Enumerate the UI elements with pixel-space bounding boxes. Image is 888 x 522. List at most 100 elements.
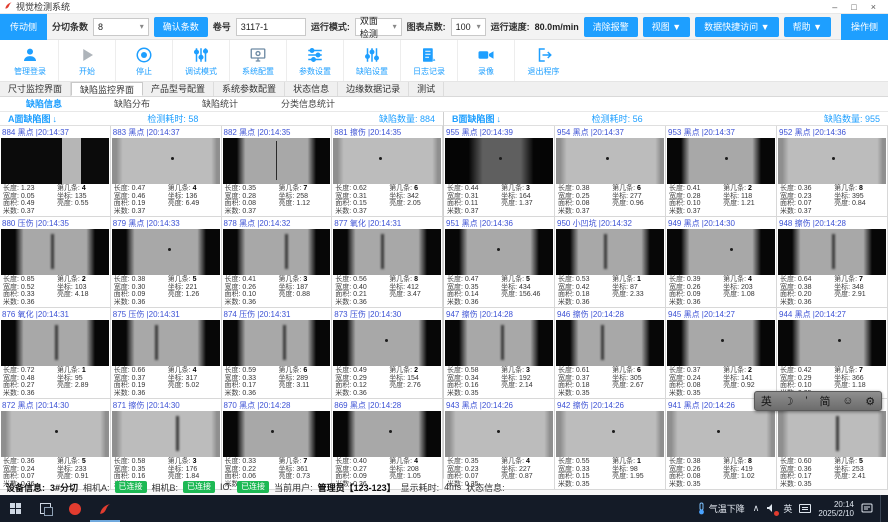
ime-settings-icon[interactable]: ⚙ <box>865 395 875 408</box>
operator-side-button[interactable]: 操作侧 <box>841 14 888 40</box>
view-menu-button[interactable]: 视图 ▼ <box>643 17 690 37</box>
clear-alarm-button[interactable]: 清除报警 <box>584 17 638 37</box>
panel-title[interactable]: B面缺陷图 <box>452 112 495 125</box>
taskbar-app-1[interactable] <box>60 495 90 522</box>
manage-login-button[interactable]: 管理登录 <box>2 40 59 81</box>
tab-缺陷监控界面[interactable]: 缺陷监控界面 <box>71 82 143 96</box>
defect-cell[interactable]: 882 黑点 |20:14:35长度: 0.35宽度: 0.28面积: 0.08… <box>222 126 333 217</box>
data-quick-access-button[interactable]: 数据快捷访问 ▼ <box>695 17 778 37</box>
tab-状态信息[interactable]: 状态信息 <box>285 82 338 96</box>
defect-cell[interactable]: 869 黑点 |20:14:28长度: 0.40宽度: 0.27面积: 0.09… <box>332 399 443 490</box>
start-button[interactable] <box>0 495 30 522</box>
tab-测试[interactable]: 测试 <box>409 82 444 96</box>
clock-widget[interactable]: 20:14 2025/2/10 <box>818 500 854 518</box>
defect-thumbnail[interactable] <box>556 138 664 184</box>
start-button[interactable]: 开始 <box>59 40 116 81</box>
defect-thumbnail[interactable] <box>333 320 441 366</box>
defect-cell[interactable]: 871 擦伤 |20:14:30长度: 0.58宽度: 0.35面积: 0.16… <box>111 399 222 490</box>
notification-tray-icon[interactable] <box>766 503 776 515</box>
ime-lang-en[interactable]: 英 <box>761 393 772 409</box>
defect-thumbnail[interactable] <box>333 229 441 275</box>
video-button[interactable]: 录像 <box>458 40 515 81</box>
defect-cell[interactable]: 952 黑点 |20:14:36长度: 0.36宽度: 0.23面积: 0.07… <box>777 126 888 217</box>
defect-cell[interactable]: 873 压伤 |20:14:30长度: 0.49宽度: 0.29面积: 0.12… <box>332 308 443 399</box>
defect-cell[interactable]: 955 黑点 |20:14:39长度: 0.44宽度: 0.31面积: 0.11… <box>444 126 555 217</box>
help-menu-button[interactable]: 帮助 ▼ <box>784 17 831 37</box>
tray-expand-icon[interactable]: ∧ <box>753 503 760 514</box>
defect-cell[interactable]: 949 黑点 |20:14:30长度: 0.39宽度: 0.26面积: 0.09… <box>666 217 777 308</box>
ime-punct[interactable]: ’ <box>805 395 807 407</box>
taskbar-app-inspection[interactable] <box>90 495 120 522</box>
defect-cell[interactable]: 941 黑点 |20:14:26长度: 0.38宽度: 0.26面积: 0.08… <box>666 399 777 490</box>
defect-thumbnail[interactable] <box>112 411 220 457</box>
close-icon[interactable]: × <box>871 2 876 12</box>
ime-emoji-icon[interactable]: ☺ <box>842 395 853 407</box>
language-indicator[interactable]: 英 <box>783 502 792 515</box>
defect-thumbnail[interactable] <box>445 229 553 275</box>
defect-cell[interactable]: 948 擦伤 |20:14:28长度: 0.64宽度: 0.38面积: 0.20… <box>777 217 888 308</box>
defect-thumbnail[interactable] <box>333 138 441 184</box>
action-center-icon[interactable] <box>861 502 873 516</box>
subtab-缺陷分布[interactable]: 缺陷分布 <box>88 97 176 111</box>
defect-thumbnail[interactable] <box>445 411 553 457</box>
defect-thumbnail[interactable] <box>778 411 886 457</box>
tab-系统参数配置[interactable]: 系统参数配置 <box>214 82 285 96</box>
defect-cell[interactable]: 947 擦伤 |20:14:28长度: 0.58宽度: 0.34面积: 0.16… <box>444 308 555 399</box>
defect-thumbnail[interactable] <box>223 138 331 184</box>
defect-cell[interactable]: 877 氧化 |20:14:31长度: 0.56宽度: 0.40面积: 0.21… <box>332 217 443 308</box>
defect-thumbnail[interactable] <box>667 138 775 184</box>
log-record-button[interactable]: 日志记录 <box>401 40 458 81</box>
subtab-分类信息统计[interactable]: 分类信息统计 <box>264 97 352 111</box>
defect-thumbnail[interactable] <box>556 320 664 366</box>
debug-mode-button[interactable]: 调试模式 <box>173 40 230 81</box>
defect-cell[interactable]: 870 黑点 |20:14:28长度: 0.33宽度: 0.22面积: 0.06… <box>222 399 333 490</box>
defect-cell[interactable]: 954 黑点 |20:14:37长度: 0.38宽度: 0.25面积: 0.08… <box>555 126 666 217</box>
defect-thumbnail[interactable] <box>445 138 553 184</box>
show-desktop-button[interactable] <box>880 495 884 522</box>
defect-cell[interactable]: 880 压伤 |20:14:35长度: 0.85宽度: 0.52面积: 0.33… <box>0 217 111 308</box>
defect-thumbnail[interactable] <box>556 229 664 275</box>
defect-cell[interactable]: 950 小凹坑 |20:14:32长度: 0.53宽度: 0.42面积: 0.1… <box>555 217 666 308</box>
ime-simplified[interactable]: 简 <box>819 393 830 409</box>
defect-thumbnail[interactable] <box>112 229 220 275</box>
defect-thumbnail[interactable] <box>223 229 331 275</box>
defect-cell[interactable]: 953 黑点 |20:14:37长度: 0.41宽度: 0.28面积: 0.10… <box>666 126 777 217</box>
defect-thumbnail[interactable] <box>333 411 441 457</box>
defect-cell[interactable]: 951 黑点 |20:14:36长度: 0.47宽度: 0.35面积: 0.14… <box>444 217 555 308</box>
defect-cell[interactable]: 884 黑点 |20:14:37长度: 1.23宽度: 0.05面积: 0.49… <box>0 126 111 217</box>
defect-cell[interactable]: 874 压伤 |20:14:31长度: 0.59宽度: 0.33面积: 0.17… <box>222 308 333 399</box>
tab-尺寸监控界面[interactable]: 尺寸监控界面 <box>0 82 71 96</box>
defect-thumbnail[interactable] <box>223 411 331 457</box>
defect-cell[interactable]: 940 擦伤 |20:14:26长度: 0.60宽度: 0.36面积: 0.17… <box>777 399 888 490</box>
weather-widget[interactable]: 气温下降 <box>697 502 745 515</box>
defect-thumbnail[interactable] <box>1 229 109 275</box>
minimize-icon[interactable]: – <box>832 2 837 12</box>
defect-cell[interactable]: 881 擦伤 |20:14:35长度: 0.62宽度: 0.31面积: 0.15… <box>332 126 443 217</box>
subtab-缺陷信息[interactable]: 缺陷信息 <box>0 97 88 111</box>
maximize-icon[interactable]: □ <box>851 2 856 12</box>
task-view-button[interactable] <box>30 495 60 522</box>
defect-thumbnail[interactable] <box>556 411 664 457</box>
defect-cell[interactable]: 942 擦伤 |20:14:26长度: 0.55宽度: 0.33面积: 0.15… <box>555 399 666 490</box>
stop-button[interactable]: 停止 <box>116 40 173 81</box>
defect-cell[interactable]: 943 黑点 |20:14:26长度: 0.35宽度: 0.23面积: 0.07… <box>444 399 555 490</box>
confirm-count-button[interactable]: 确认条数 <box>154 17 208 37</box>
ime-moon-icon[interactable]: ☽ <box>784 395 794 408</box>
defect-thumbnail[interactable] <box>1 138 109 184</box>
defect-cell[interactable]: 944 黑点 |20:14:27长度: 0.42宽度: 0.29面积: 0.10… <box>777 308 888 399</box>
param-settings-button[interactable]: 参数设置 <box>287 40 344 81</box>
defect-thumbnail[interactable] <box>112 138 220 184</box>
defect-cell[interactable]: 878 黑点 |20:14:32长度: 0.41宽度: 0.26面积: 0.10… <box>222 217 333 308</box>
defect-settings-button[interactable]: 缺陷设置 <box>344 40 401 81</box>
split-count-select[interactable]: 8▾ <box>93 18 149 36</box>
defect-cell[interactable]: 946 擦伤 |20:14:28长度: 0.61宽度: 0.37面积: 0.18… <box>555 308 666 399</box>
panel-title[interactable]: A面缺陷图 <box>8 112 51 125</box>
defect-cell[interactable]: 945 黑点 |20:14:27长度: 0.37宽度: 0.24面积: 0.08… <box>666 308 777 399</box>
defect-thumbnail[interactable] <box>112 320 220 366</box>
defect-thumbnail[interactable] <box>778 138 886 184</box>
defect-thumbnail[interactable] <box>1 411 109 457</box>
defect-thumbnail[interactable] <box>667 229 775 275</box>
keyboard-icon[interactable] <box>799 504 811 513</box>
roll-number-input[interactable]: 3117-1 <box>236 18 306 36</box>
defect-thumbnail[interactable] <box>778 229 886 275</box>
